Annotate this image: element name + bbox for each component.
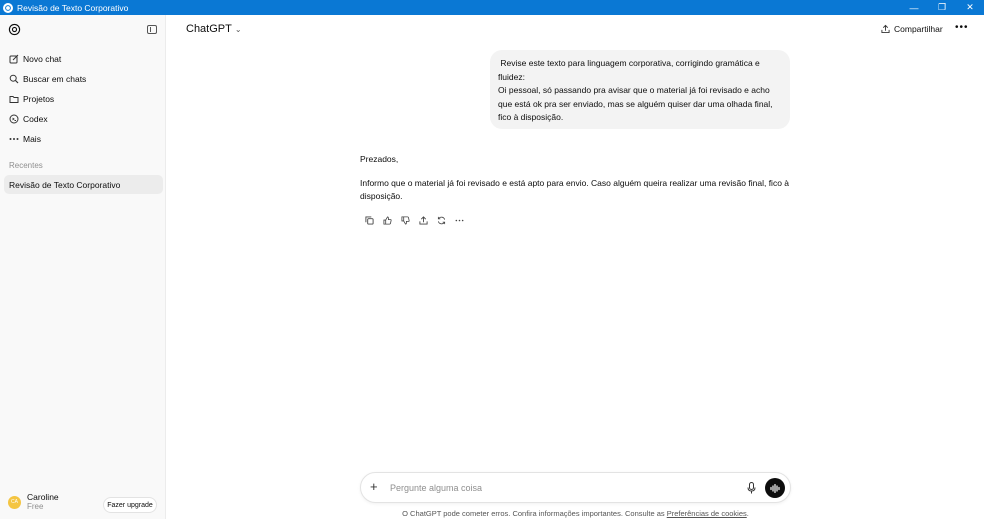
sidebar-item-label: Projetos [23,94,55,104]
thumbs-down-icon[interactable] [396,214,414,226]
minimize-icon[interactable]: — [900,0,928,15]
regenerate-icon[interactable] [432,214,450,226]
main-area: ChatGPT ⌄ Compartilhar ••• Revise este t… [167,15,984,519]
avatar: CA [8,495,21,509]
recent-chat-item[interactable]: Revisão de Texto Corporativo [4,175,163,194]
restore-icon[interactable]: ❐ [928,0,956,15]
share-message-icon[interactable] [414,214,432,226]
recent-heading: Recentes [9,161,43,170]
edit-icon [9,54,19,64]
close-icon[interactable]: ✕ [956,0,984,15]
sidebar-item-label: Buscar em chats [23,74,87,84]
sidebar-item-codex[interactable]: Codex [9,112,48,126]
more-icon [9,138,19,140]
footer-end: . [746,509,749,518]
sidebar-item-projetos[interactable]: Projetos [9,92,54,106]
more-actions-icon[interactable] [450,214,468,226]
voice-mode-button[interactable] [765,478,785,498]
composer: + Pergunte alguma coisa [360,472,791,503]
model-name: ChatGPT [186,23,232,35]
window-titlebar: Revisão de Texto Corporativo — ❐ ✕ [0,0,984,15]
assistant-paragraph: Prezados, [360,154,399,164]
prompt-input[interactable]: Pergunte alguma coisa [390,483,482,493]
thumbs-up-icon[interactable] [378,214,396,226]
footer-disclaimer: O ChatGPT pode cometer erros. Confira in… [167,509,984,518]
user-name: Caroline [27,492,59,502]
model-selector[interactable]: ChatGPT ⌄ [186,23,242,35]
copy-icon[interactable] [360,214,378,226]
message-actions [360,214,468,226]
microphone-icon[interactable] [747,482,756,494]
openai-logo-icon[interactable] [8,23,21,36]
footer-text: O ChatGPT pode cometer erros. Confira in… [402,509,667,518]
user-plan: Free [27,502,44,511]
sidebar-item-buscar[interactable]: Buscar em chats [9,72,86,86]
folder-icon [9,96,19,103]
sidebar: Novo chat Buscar em chats Projetos Codex… [0,15,166,519]
upgrade-button[interactable]: Fazer upgrade [103,497,157,513]
sidebar-item-label: Novo chat [23,54,62,64]
assistant-message: Prezados, Informo que o material já foi … [360,153,800,214]
more-options-icon[interactable]: ••• [955,22,969,33]
chatgpt-app-icon [3,2,13,13]
share-icon [881,24,890,34]
cookie-preferences-link[interactable]: Preferências de cookies [667,509,747,518]
window-title: Revisão de Texto Corporativo [17,2,129,13]
plus-icon[interactable]: + [370,479,378,494]
sidebar-item-novo-chat[interactable]: Novo chat [9,52,61,66]
sidebar-item-mais[interactable]: Mais [9,132,41,146]
assistant-paragraph: Informo que o material já foi revisado e… [360,177,790,202]
search-icon [9,74,19,84]
sidebar-item-label: Mais [23,134,41,144]
sidebar-item-label: Codex [23,114,48,124]
codex-icon [9,114,19,124]
window-controls: — ❐ ✕ [900,0,984,15]
share-button[interactable]: Compartilhar [881,24,943,34]
share-label: Compartilhar [894,24,943,34]
user-message: Revise este texto para linguagem corpora… [490,50,790,129]
waveform-icon [770,483,780,493]
sidebar-toggle-icon[interactable] [147,25,157,34]
user-profile[interactable]: CA Caroline Free [8,492,59,512]
chevron-down-icon: ⌄ [234,24,242,34]
